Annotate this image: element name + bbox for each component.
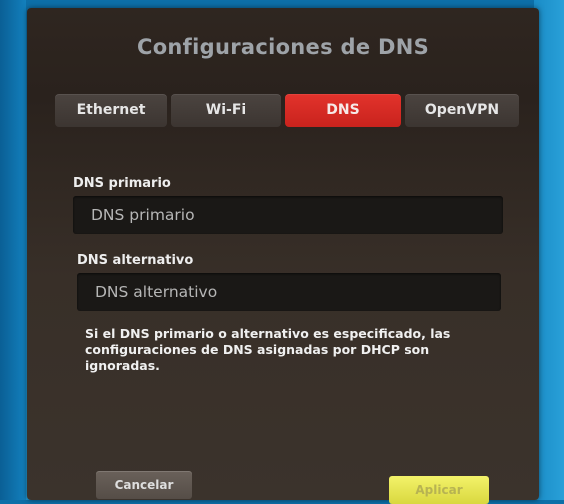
tab-ethernet[interactable]: Ethernet (55, 94, 167, 127)
alternate-dns-label: DNS alternativo (77, 253, 194, 268)
dns-settings-dialog: Configuraciones de DNS Ethernet Wi-Fi DN… (27, 8, 539, 504)
primary-dns-label: DNS primario (73, 176, 171, 191)
primary-dns-input[interactable] (73, 196, 503, 234)
desktop-background (0, 0, 26, 500)
settings-tab-bar: Ethernet Wi-Fi DNS OpenVPN (55, 94, 519, 127)
tab-openvpn[interactable]: OpenVPN (405, 94, 519, 127)
cancel-button[interactable]: Cancelar (96, 471, 192, 499)
tab-wifi[interactable]: Wi-Fi (171, 94, 281, 127)
alternate-dns-input[interactable] (77, 273, 501, 311)
tab-dns[interactable]: DNS (285, 94, 401, 127)
dialog-title: Configuraciones de DNS (136, 35, 430, 59)
dhcp-override-note: Si el DNS primario o alternativo es espe… (85, 326, 451, 373)
